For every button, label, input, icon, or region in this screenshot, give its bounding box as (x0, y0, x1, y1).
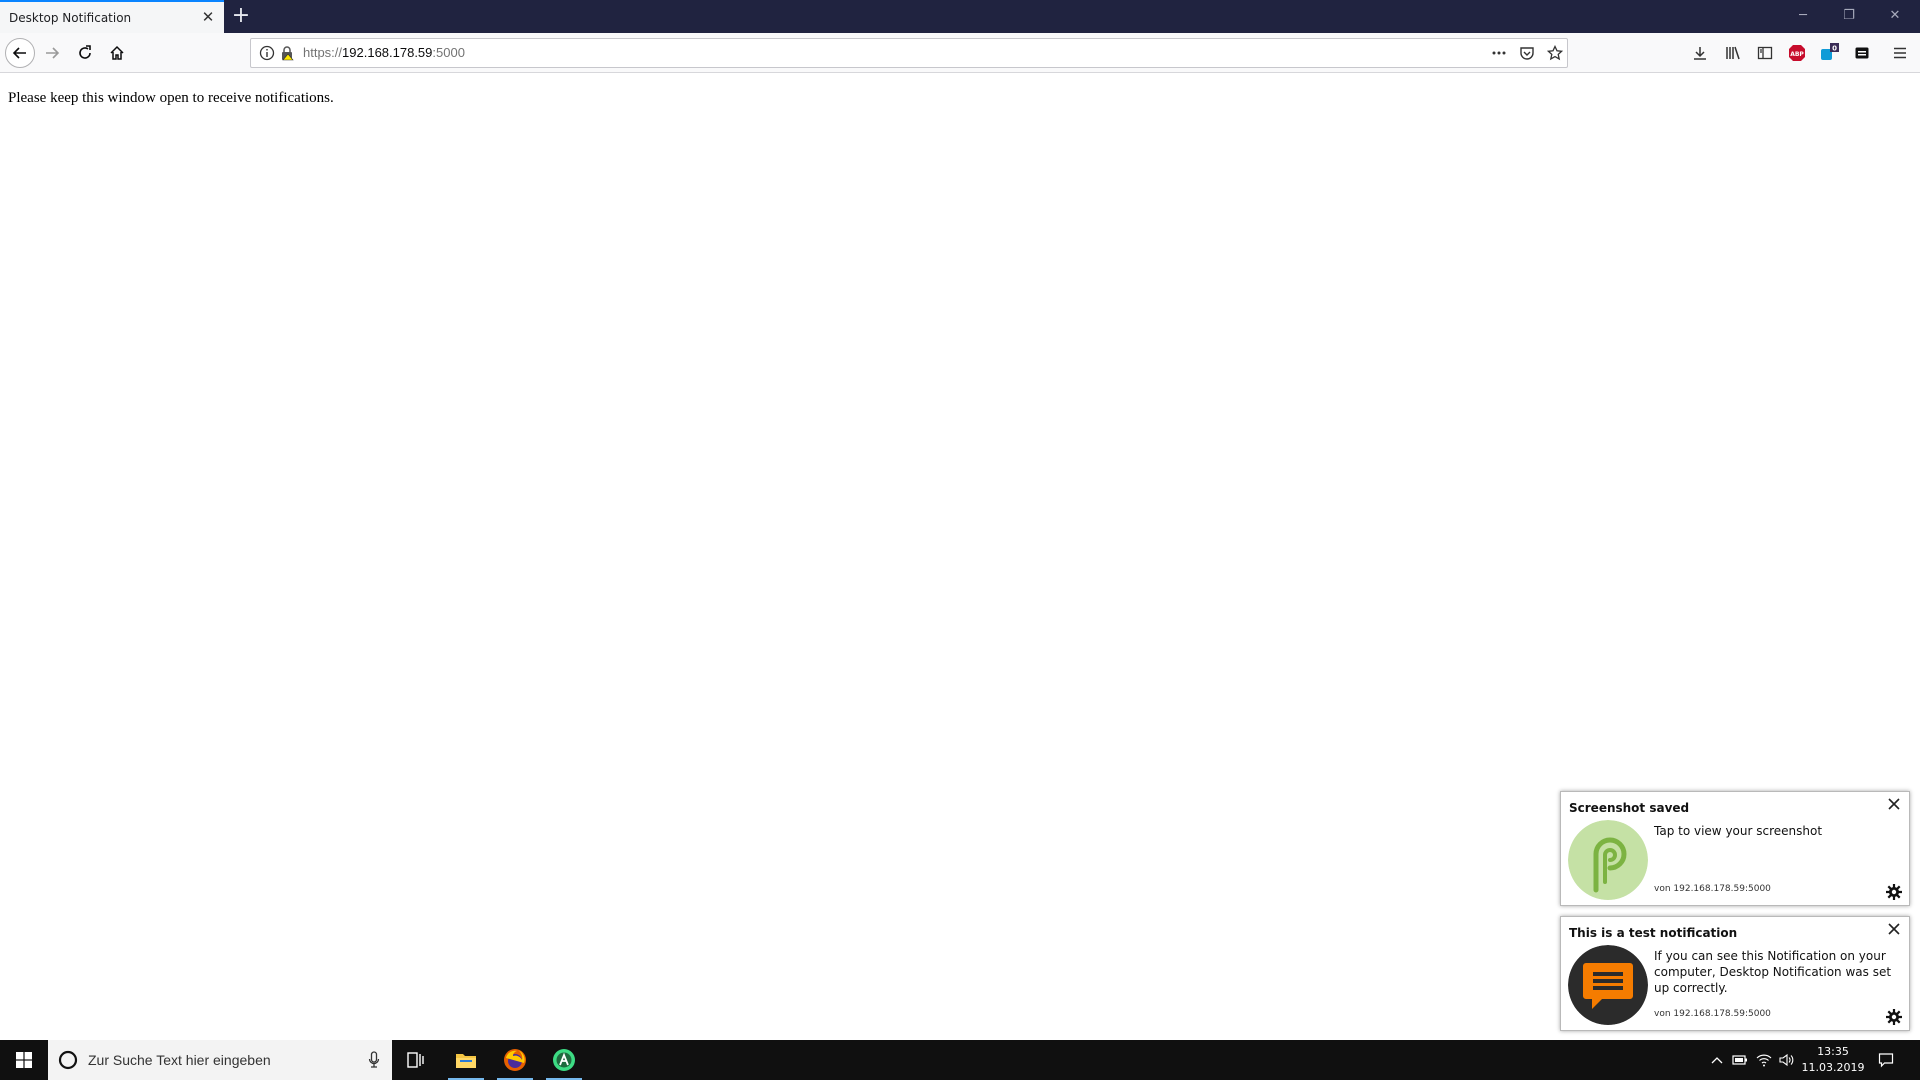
sidebar-icon[interactable] (1755, 43, 1775, 63)
menu-icon[interactable] (1890, 43, 1910, 63)
task-view-button[interactable] (392, 1040, 440, 1080)
clock-time: 13:35 (1817, 1045, 1849, 1058)
notification-title: This is a test notification (1569, 926, 1738, 940)
insecure-lock-icon[interactable] (279, 45, 295, 61)
notification-test[interactable]: This is a test notification If you can s… (1560, 916, 1910, 1031)
url-scheme: https:// (303, 45, 343, 60)
url-host: 192.168.178.59 (342, 45, 433, 60)
close-icon[interactable] (1887, 797, 1901, 811)
action-center-icon[interactable] (1877, 1051, 1895, 1069)
firefox-icon (504, 1049, 526, 1071)
tab-close-icon[interactable]: ✕ (200, 9, 216, 25)
url-port: :5000 (432, 45, 465, 60)
extension-badge-count: 0 (1832, 45, 1837, 53)
task-view-icon (407, 1052, 424, 1068)
tab-strip: Desktop Notification ✕ + ─ ❐ ✕ (0, 0, 1920, 33)
url-text[interactable]: https://192.168.178.59:5000 (303, 45, 465, 60)
taskbar-file-explorer[interactable] (442, 1040, 490, 1080)
battery-icon[interactable] (1731, 1051, 1749, 1069)
gear-icon[interactable] (1885, 1008, 1903, 1026)
chat-bubble-icon (1568, 945, 1648, 1025)
pocket-icon[interactable] (1519, 45, 1535, 61)
bookmark-star-icon[interactable] (1547, 45, 1563, 61)
volume-icon[interactable] (1778, 1051, 1796, 1069)
page-actions-icon[interactable] (1491, 45, 1507, 61)
folder-icon (456, 1054, 476, 1068)
taskbar: Zur Suche Text hier eingeben 13:35 11.03… (0, 1040, 1920, 1080)
android-p-icon (1568, 820, 1648, 900)
adblock-label: ABP (1790, 51, 1804, 58)
cortana-icon (58, 1050, 78, 1070)
notification-title: Screenshot saved (1569, 801, 1690, 815)
reload-button[interactable] (71, 39, 99, 67)
wifi-icon[interactable] (1755, 1051, 1773, 1069)
restore-button[interactable]: ❐ (1826, 2, 1872, 30)
tab-title: Desktop Notification (9, 10, 132, 25)
forward-button[interactable] (38, 39, 66, 67)
taskbar-android-app[interactable] (540, 1040, 588, 1080)
notification-body: If you can see this Notification on your… (1654, 949, 1892, 995)
android-studio-icon (553, 1049, 575, 1071)
url-bar[interactable]: https://192.168.178.59:5000 (250, 38, 1568, 68)
home-icon (110, 45, 124, 60)
extension-badge-icon[interactable]: 0 (1820, 43, 1840, 63)
library-icon[interactable] (1723, 43, 1743, 63)
gear-icon[interactable] (1885, 883, 1903, 901)
reload-icon (79, 45, 91, 59)
arrow-right-icon (46, 47, 60, 59)
keep-open-message: Please keep this window open to receive … (8, 90, 334, 106)
notification-screenshot-saved[interactable]: Screenshot saved Tap to view your screen… (1560, 791, 1910, 906)
info-icon[interactable] (259, 45, 275, 61)
clock-date: 11.03.2019 (1801, 1061, 1865, 1074)
notification-origin: von 192.168.178.59:5000 (1654, 884, 1771, 894)
reader-icon[interactable] (1852, 43, 1872, 63)
taskbar-search-box[interactable]: Zur Suche Text hier eingeben (48, 1040, 392, 1080)
taskbar-firefox[interactable] (491, 1040, 539, 1080)
window-close-button[interactable]: ✕ (1872, 2, 1918, 30)
windows-logo-icon (16, 1052, 32, 1068)
home-button[interactable] (103, 39, 131, 67)
minimize-button[interactable]: ─ (1780, 2, 1826, 30)
notification-body: Tap to view your screenshot (1654, 824, 1823, 838)
download-icon[interactable] (1690, 43, 1710, 63)
back-button[interactable] (5, 38, 35, 68)
screen: Desktop Notification ✕ + ─ ❐ ✕ https://1… (0, 0, 1920, 1080)
adblock-icon[interactable]: ABP (1787, 43, 1807, 63)
search-placeholder: Zur Suche Text hier eingeben (88, 1052, 271, 1068)
tray-expand-icon[interactable] (1708, 1051, 1726, 1069)
start-button[interactable] (0, 1040, 48, 1080)
tab-desktop-notification[interactable]: Desktop Notification ✕ (0, 0, 224, 33)
taskbar-clock[interactable]: 13:35 11.03.2019 (1798, 1044, 1868, 1076)
microphone-icon[interactable] (368, 1051, 380, 1069)
arrow-left-icon (12, 47, 26, 59)
notification-origin: von 192.168.178.59:5000 (1654, 1009, 1771, 1019)
new-tab-button[interactable]: + (230, 4, 252, 28)
nav-bar: https://192.168.178.59:5000 ABP 0 (0, 33, 1920, 73)
close-icon[interactable] (1887, 922, 1901, 936)
